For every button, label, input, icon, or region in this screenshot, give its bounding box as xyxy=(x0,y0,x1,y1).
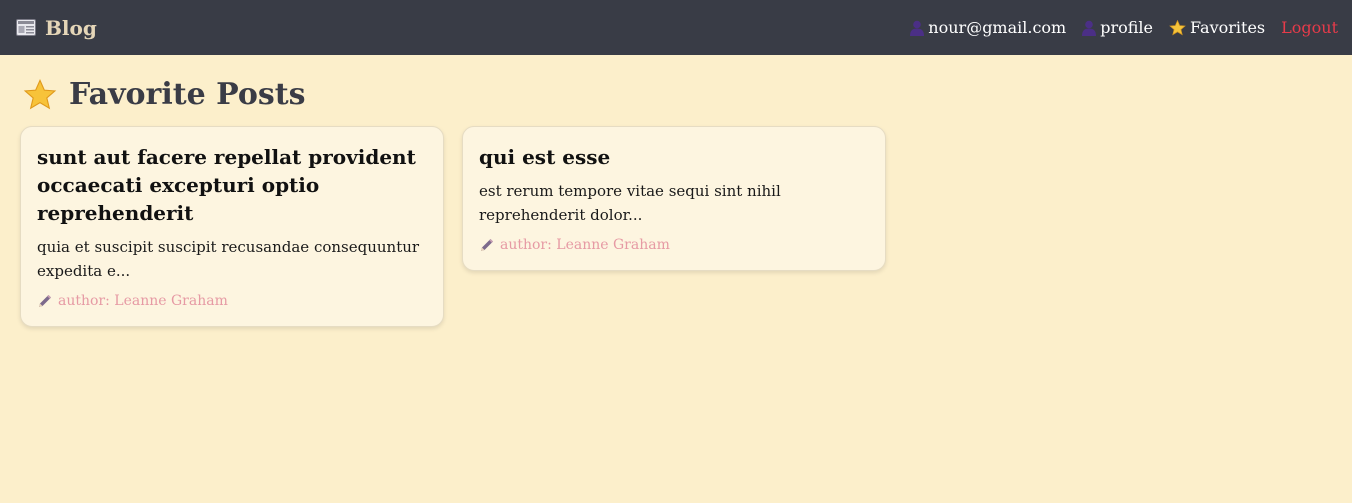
user-icon xyxy=(1082,20,1097,36)
post-author-text: author: Leanne Graham xyxy=(500,237,670,253)
favorites-text: Favorites xyxy=(1190,18,1266,37)
post-title[interactable]: qui est esse xyxy=(479,143,869,171)
post-excerpt: quia et suscipit suscipit recusandae con… xyxy=(37,238,420,280)
user-email-link[interactable]: nour@gmail.com xyxy=(910,18,1066,37)
post-card[interactable]: sunt aut facere repellat provident occae… xyxy=(20,126,444,327)
post-excerpt: est rerum tempore vitae sequi sint nihil… xyxy=(479,182,781,224)
brand-title: Blog xyxy=(45,15,97,40)
page-title: Favorite Posts xyxy=(23,77,1332,112)
favorite-posts-list: sunt aut facere repellat provident occae… xyxy=(20,126,1332,327)
pencil-icon xyxy=(479,237,495,253)
user-email-text: nour@gmail.com xyxy=(928,18,1067,37)
newspaper-icon xyxy=(16,19,36,36)
user-icon xyxy=(910,20,925,36)
star-icon xyxy=(1169,19,1186,36)
top-navbar: Blog nour@gmail.com profile Favorites Lo… xyxy=(0,0,1352,55)
post-author: author: Leanne Graham xyxy=(479,237,869,253)
post-title[interactable]: sunt aut facere repellat provident occae… xyxy=(37,143,427,227)
page-title-text: Favorite Posts xyxy=(69,77,306,112)
nav-links: nour@gmail.com profile Favorites Logout xyxy=(910,18,1338,37)
pencil-icon xyxy=(37,293,53,309)
favorites-link[interactable]: Favorites xyxy=(1169,18,1265,37)
profile-text: profile xyxy=(1100,18,1154,37)
post-author-text: author: Leanne Graham xyxy=(58,293,228,309)
post-author: author: Leanne Graham xyxy=(37,293,427,309)
logout-text: Logout xyxy=(1281,18,1338,37)
profile-link[interactable]: profile xyxy=(1082,18,1153,37)
main-content: Favorite Posts sunt aut facere repellat … xyxy=(0,55,1352,349)
post-card[interactable]: qui est esse est rerum tempore vitae seq… xyxy=(462,126,886,271)
star-icon xyxy=(23,78,57,111)
brand-link[interactable]: Blog xyxy=(16,16,97,40)
logout-link[interactable]: Logout xyxy=(1281,18,1338,37)
